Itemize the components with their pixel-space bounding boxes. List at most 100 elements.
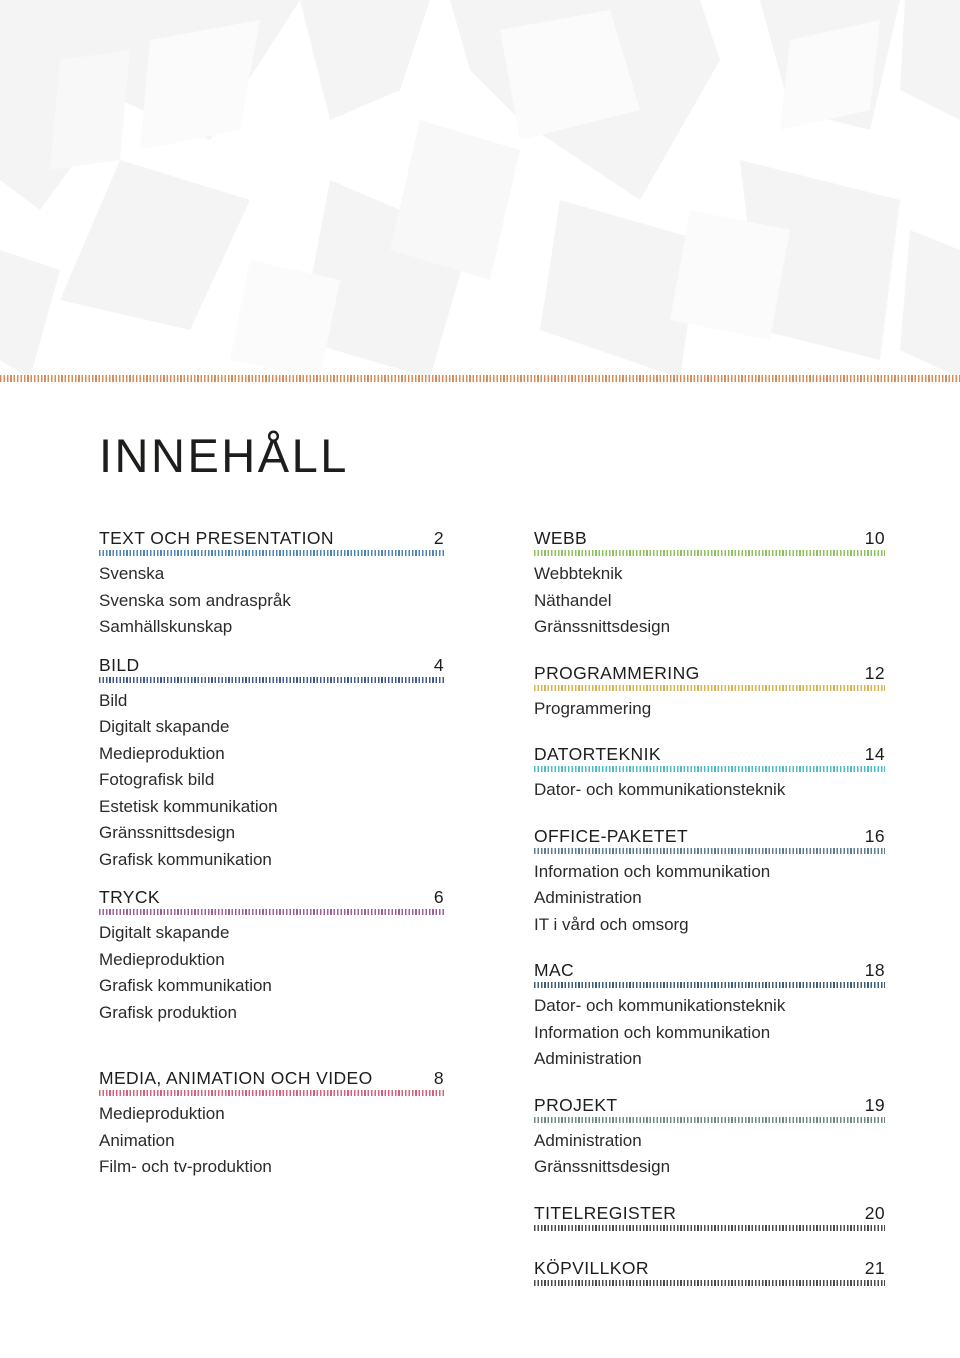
toc-subitem[interactable]: Gränssnittsdesign [534, 1154, 885, 1181]
top-divider-rule [0, 375, 960, 382]
toc-section-header[interactable]: WEBB 10 [534, 528, 885, 548]
toc-section-header[interactable]: TEXT OCH PRESENTATION 2 [99, 528, 444, 548]
toc-section[interactable]: DATORTEKNIK 14 Dator- och kommunikationste… [534, 744, 885, 804]
toc-section-page-number: 8 [433, 1068, 444, 1088]
toc-subitem-list: Dator- och kommunikationsteknik [534, 777, 885, 804]
toc-section-divider [534, 1224, 885, 1231]
toc-subitem[interactable]: Administration [534, 885, 885, 912]
toc-subitem[interactable]: Administration [534, 1128, 885, 1155]
toc-section[interactable]: PROJEKT 19 Administration Gränssnittsdesign [534, 1095, 885, 1181]
toc-subitem[interactable]: Information och kommunikation [534, 1020, 885, 1047]
toc-section-title: TEXT OCH PRESENTATION [99, 528, 334, 548]
toc-subitem-list: Webbteknik Näthandel Gränssnittsdesign [534, 561, 885, 641]
toc-section[interactable]: MAC 18 Dator- och kommunikationsteknik Info… [534, 960, 885, 1073]
toc-section-header[interactable]: PROJEKT 19 [534, 1095, 885, 1115]
toc-section[interactable]: BILD 4 Bild Digitalt skapande Medieproduktio… [99, 655, 444, 874]
toc-section-title: OFFICE-PAKETET [534, 825, 689, 846]
toc-section-divider [99, 909, 444, 915]
toc-subitem-list: Programmering [534, 696, 885, 723]
toc-subitem[interactable]: Digitalt skapande [99, 920, 444, 947]
toc-section-page-number: 12 [864, 662, 885, 683]
toc-subitem[interactable]: Medieproduktion [99, 947, 444, 974]
toc-section-header[interactable]: OFFICE-PAKETET 16 [534, 826, 885, 846]
toc-section-title: DATORTEKNIK [534, 744, 661, 764]
toc-section-header[interactable]: TITELREGISTER 20 [534, 1203, 885, 1223]
toc-subitem[interactable]: Dator- och kommunikationsteknik [534, 993, 885, 1020]
toc-subitem[interactable]: Svenska som andraspråk [99, 588, 444, 615]
toc-section-divider [534, 1279, 885, 1286]
toc-subitem-list: Digitalt skapande Medieproduktion Grafisk … [99, 920, 444, 1026]
toc-section-page-number: 2 [433, 528, 444, 548]
toc-section-divider [99, 550, 444, 556]
toc-section-divider [99, 1090, 444, 1096]
toc-section-page-number: 6 [433, 887, 444, 907]
toc-section[interactable]: OFFICE-PAKETET 16 Information och kommunik… [534, 826, 885, 939]
toc-subitem[interactable]: Näthandel [534, 588, 885, 615]
toc-column-left: TEXT OCH PRESENTATION 2 Svenska Svenska som… [99, 528, 444, 1181]
toc-section-header[interactable]: MEDIA, ANIMATION OCH VIDEO 8 [99, 1068, 444, 1088]
toc-page: INNEHÅLL TEXT OCH PRESENTATION 2 Svenska Sv… [0, 0, 960, 1358]
toc-section[interactable]: TEXT OCH PRESENTATION 2 Svenska Svenska som… [99, 528, 444, 641]
toc-column-right: WEBB 10 Webbteknik Näthandel Gränssnittsdesi… [534, 528, 885, 1291]
page-title: INNEHÅLL [99, 429, 349, 482]
toc-subitem[interactable]: Digitalt skapande [99, 714, 444, 741]
toc-section[interactable]: KÖPVILLKOR 21 [534, 1258, 885, 1286]
toc-section-header[interactable]: PROGRAMMERING 12 [534, 663, 885, 683]
toc-section-header[interactable]: BILD 4 [99, 655, 444, 675]
toc-section-title: WEBB [534, 528, 588, 548]
toc-section[interactable]: TRYCK 6 Digitalt skapande Medieproduktion Gr… [99, 887, 444, 1026]
toc-subitem-list: Dator- och kommunikationsteknik Informati… [534, 993, 885, 1073]
toc-section-header[interactable]: MAC 18 [534, 960, 885, 980]
toc-subitem[interactable]: Medieproduktion [99, 741, 444, 768]
toc-section[interactable]: PROGRAMMERING 12 Programmering [534, 663, 885, 723]
toc-section-title: TITELREGISTER [534, 1202, 677, 1223]
toc-subitem[interactable]: Grafisk kommunikation [99, 847, 444, 874]
toc-section[interactable]: MEDIA, ANIMATION OCH VIDEO 8 Medieprodukti… [99, 1068, 444, 1181]
toc-subitem[interactable]: Estetisk kommunikation [99, 794, 444, 821]
toc-subitem[interactable]: Grafisk kommunikation [99, 973, 444, 1000]
toc-subitem[interactable]: Animation [99, 1128, 444, 1155]
toc-section-page-number: 16 [864, 825, 885, 846]
toc-subitem[interactable]: Programmering [534, 696, 885, 723]
toc-subitem[interactable]: Dator- och kommunikationsteknik [534, 777, 885, 804]
toc-section-page-number: 20 [864, 1202, 885, 1223]
toc-section-divider [534, 766, 885, 772]
toc-subitem[interactable]: Medieproduktion [99, 1101, 444, 1128]
toc-section-divider [99, 676, 444, 683]
toc-subitem[interactable]: Film- och tv-produktion [99, 1154, 444, 1181]
toc-subitem[interactable]: Gränssnittsdesign [534, 614, 885, 641]
toc-subitem[interactable]: Samhällskunskap [99, 614, 444, 641]
toc-section-title: BILD [99, 654, 140, 675]
toc-subitem[interactable]: Administration [534, 1046, 885, 1073]
toc-section-title: KÖPVILLKOR [534, 1257, 649, 1278]
toc-section-header[interactable]: DATORTEKNIK 14 [534, 744, 885, 764]
toc-subitem-list: Bild Digitalt skapande Medieproduktion Foto… [99, 688, 444, 874]
toc-subitem-list: Administration Gränssnittsdesign [534, 1128, 885, 1181]
toc-subitem[interactable]: Webbteknik [534, 561, 885, 588]
toc-section-page-number: 14 [864, 744, 885, 764]
toc-section-header[interactable]: TRYCK 6 [99, 887, 444, 907]
toc-subitem[interactable]: Grafisk produktion [99, 1000, 444, 1027]
toc-subitem-list: Medieproduktion Animation Film- och tv-pro… [99, 1101, 444, 1181]
toc-section-divider [534, 847, 885, 854]
toc-subitem[interactable]: Svenska [99, 561, 444, 588]
toc-section-title: MAC [534, 960, 575, 980]
toc-section[interactable]: WEBB 10 Webbteknik Näthandel Gränssnittsdesi… [534, 528, 885, 641]
toc-section-divider [534, 550, 885, 556]
toc-subitem[interactable]: Gränssnittsdesign [99, 820, 444, 847]
toc-subitem[interactable]: Information och kommunikation [534, 859, 885, 886]
toc-section-title: PROGRAMMERING [534, 662, 700, 683]
toc-section-header[interactable]: KÖPVILLKOR 21 [534, 1258, 885, 1278]
toc-section[interactable]: TITELREGISTER 20 [534, 1203, 885, 1231]
toc-subitem[interactable]: Bild [99, 688, 444, 715]
toc-subitem[interactable]: Fotografisk bild [99, 767, 444, 794]
toc-subitem[interactable]: IT i vård och omsorg [534, 912, 885, 939]
toc-section-page-number: 19 [864, 1094, 885, 1115]
